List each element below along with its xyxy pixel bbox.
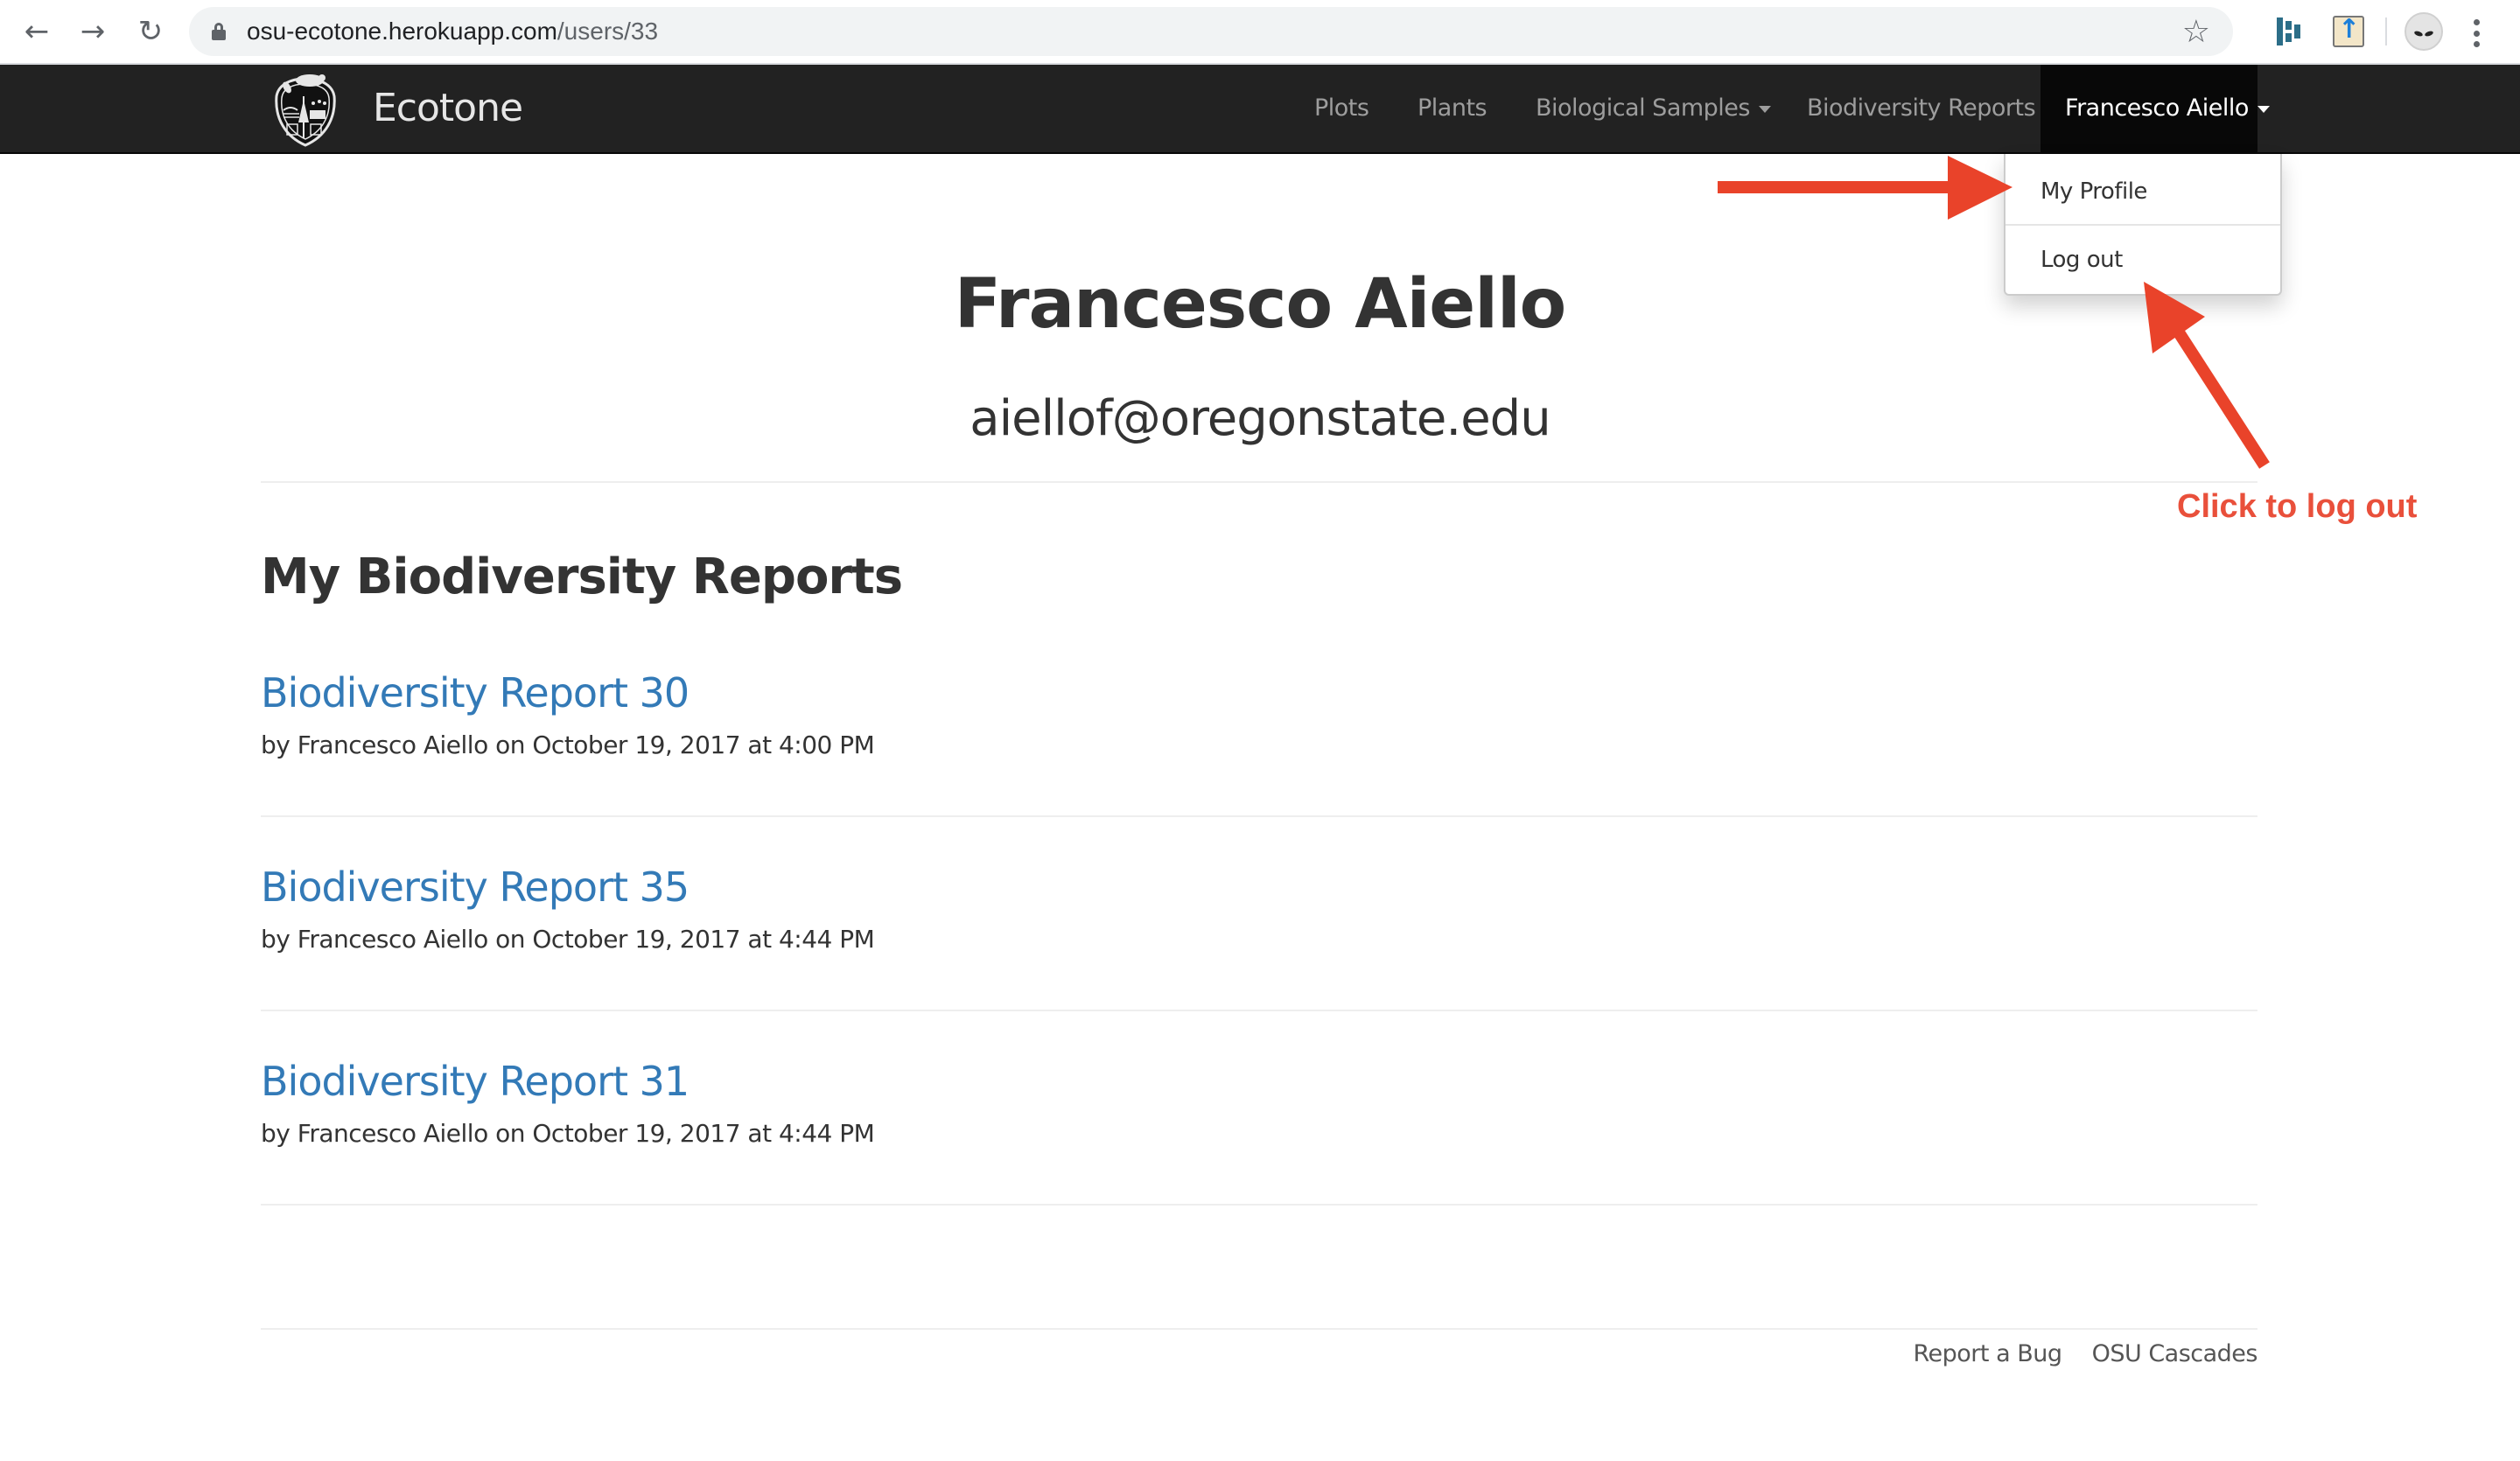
url-host: osu-ecotone.herokuapp.com — [247, 17, 557, 45]
report-link[interactable]: Biodiversity Report 35 — [261, 863, 2258, 912]
caret-down-icon — [1758, 105, 1771, 113]
report-divider — [261, 1204, 2258, 1206]
nav-item-label: Plants — [1418, 94, 1488, 122]
arrow-right-annotation-icon — [1718, 156, 2012, 220]
report-list-item: Biodiversity Report 35 by Francesco Aiel… — [261, 863, 2258, 955]
forward-button[interactable]: → — [74, 12, 112, 51]
report-list-item: Biodiversity Report 30 by Francesco Aiel… — [261, 668, 2258, 761]
nav-item-biological-samples[interactable]: Biological Samples — [1536, 65, 1771, 152]
nav-item-plants[interactable]: Plants — [1418, 65, 1488, 152]
footer-link-report-bug[interactable]: Report a Bug — [1913, 1340, 2062, 1367]
arrow-right-icon: → — [80, 14, 106, 49]
nav-item-label: Biological Samples — [1536, 94, 1750, 122]
reload-button[interactable]: ↻ — [131, 12, 170, 51]
back-button[interactable]: ← — [18, 12, 56, 51]
report-link[interactable]: Biodiversity Report 30 — [261, 668, 2258, 717]
nav-item-biodiversity-reports[interactable]: Biodiversity Reports — [1807, 65, 2036, 152]
upload-book-extension-icon[interactable] — [2333, 14, 2364, 47]
user-menu-label: Francesco Aiello — [2065, 94, 2249, 122]
footer-divider — [261, 1328, 2258, 1330]
annotation-label: Click to log out — [2177, 488, 2418, 525]
report-meta: by Francesco Aiello on October 19, 2017 … — [261, 730, 875, 759]
footer-link-osu-cascades[interactable]: OSU Cascades — [2092, 1340, 2258, 1367]
toolbar-divider — [2385, 17, 2387, 45]
nav-item-label: Plots — [1314, 94, 1369, 122]
report-link[interactable]: Biodiversity Report 31 — [261, 1057, 2258, 1106]
alien-avatar-icon[interactable] — [2404, 12, 2443, 51]
report-divider — [261, 1010, 2258, 1011]
profile-email: aiellof@oregonstate.edu — [970, 390, 1550, 447]
url-path: /users/33 — [556, 17, 659, 45]
nav-item-plots[interactable]: Plots — [1314, 65, 1369, 152]
browser-toolbar: ← → ↻ osu-ecotone.herokuapp.com/users/33… — [0, 0, 2520, 65]
caret-down-icon — [2257, 105, 2270, 113]
report-divider — [261, 815, 2258, 817]
user-menu-toggle[interactable]: Francesco Aiello — [2040, 65, 2270, 152]
address-bar[interactable]: osu-ecotone.herokuapp.com/users/33 ☆ — [189, 7, 2233, 56]
osu-beaver-crest-logo[interactable] — [271, 70, 340, 149]
site-navbar: Ecotone Plots Plants Biological Samples … — [0, 65, 2520, 154]
report-meta: by Francesco Aiello on October 19, 2017 … — [261, 925, 875, 954]
profile-name: Francesco Aiello — [954, 265, 1567, 344]
footer-links: Report a Bug OSU Cascades — [1890, 1339, 2258, 1370]
nav-item-label: Biodiversity Reports — [1807, 94, 2036, 122]
bar-chart-extension-icon[interactable] — [2272, 16, 2303, 47]
reload-icon: ↻ — [137, 14, 164, 49]
lock-icon — [212, 23, 226, 40]
menu-item-my-profile[interactable]: My Profile — [2006, 157, 2280, 226]
arrow-left-icon: ← — [24, 14, 50, 49]
star-icon[interactable]: ☆ — [2182, 14, 2210, 50]
brand-name[interactable]: Ecotone — [373, 86, 523, 131]
report-meta: by Francesco Aiello on October 19, 2017 … — [261, 1119, 875, 1148]
kebab-menu-icon[interactable] — [2468, 16, 2485, 51]
header-divider — [261, 481, 2258, 483]
url-text[interactable]: osu-ecotone.herokuapp.com/users/33 — [247, 17, 658, 46]
section-title: My Biodiversity Reports — [261, 549, 903, 605]
report-list-item: Biodiversity Report 31 by Francesco Aiel… — [261, 1057, 2258, 1150]
